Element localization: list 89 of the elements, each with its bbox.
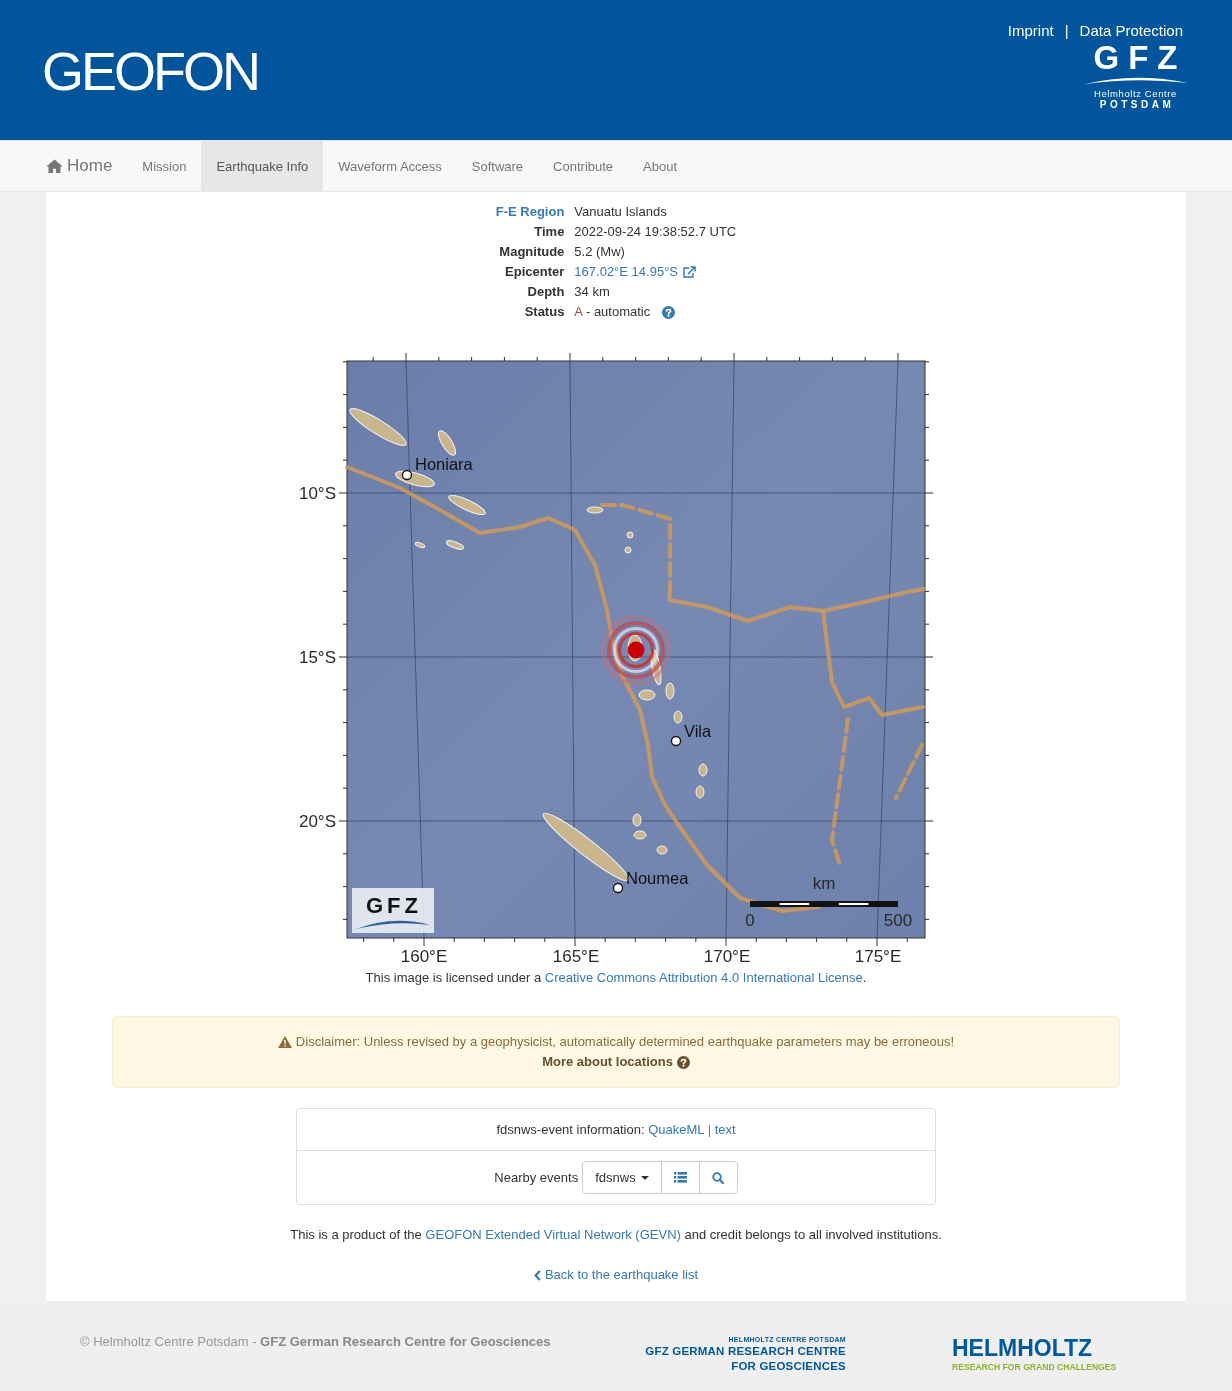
search-icon bbox=[712, 1171, 725, 1184]
format-link[interactable]: text bbox=[714, 1122, 736, 1137]
more-link[interactable]: More about locations bbox=[542, 1052, 673, 1072]
field-value: 5.2 (Mw) bbox=[574, 243, 625, 261]
logo-subtitle: POTSDAM bbox=[1098, 99, 1175, 111]
disclaimer-text: Disclaimer: Unless revised by a geophysicist, automatically determined earthquake parameters may be erroneous! bbox=[295, 1033, 955, 1051]
plate-boundary bbox=[894, 743, 924, 800]
network-link[interactable]: GEOFON Extended Virtual Network (GEVN) bbox=[425, 1227, 681, 1242]
latitude-label: 20°S bbox=[298, 812, 336, 831]
island bbox=[638, 689, 656, 701]
latitude-label: 10°S bbox=[298, 484, 336, 503]
longitude-label: 175°E bbox=[854, 947, 902, 966]
logo-subtitle: Helmholtz Centre bbox=[1094, 88, 1177, 99]
latitude-label: 15°S bbox=[298, 648, 336, 667]
city-marker-icon bbox=[670, 735, 682, 747]
epicenter-link[interactable]: 167.02°E 14.95°S bbox=[574, 262, 678, 282]
search-button[interactable] bbox=[698, 1161, 738, 1194]
caret-icon bbox=[640, 1175, 649, 1180]
island bbox=[446, 540, 464, 550]
longitude-label: 170°E bbox=[703, 947, 751, 966]
logo-tagline: RESEARCH FOR GRAND CHALLENGES bbox=[952, 1361, 1117, 1373]
license-text: This image is licensed under a Creative Commons Attribution 4.0 International License. bbox=[364, 970, 868, 986]
link-separator: | bbox=[1064, 22, 1069, 40]
island bbox=[448, 494, 486, 516]
island bbox=[349, 408, 407, 446]
header-link[interactable]: Imprint bbox=[1007, 22, 1054, 40]
field-label: Epicenter bbox=[505, 263, 565, 281]
logo-wordmark: HELMHOLTZ bbox=[952, 1337, 1093, 1359]
island bbox=[437, 430, 457, 456]
island bbox=[656, 845, 668, 855]
scale-label: km bbox=[812, 874, 836, 893]
scale-label: 500 bbox=[883, 911, 913, 930]
place-label: Honiara bbox=[415, 455, 473, 473]
logo-wordmark: GFZ GERMAN RESEARCH CENTRE bbox=[645, 1344, 846, 1359]
island bbox=[633, 830, 647, 840]
field-label: Depth bbox=[527, 283, 565, 301]
site-title[interactable]: GEOFON bbox=[42, 43, 258, 99]
island bbox=[695, 785, 705, 799]
nav-link[interactable]: Contribute bbox=[538, 141, 629, 191]
format-link[interactable]: QuakeML bbox=[648, 1122, 704, 1137]
field-label: Magnitude bbox=[499, 243, 565, 261]
city-marker-icon bbox=[401, 469, 413, 481]
field-value: Vanuatu Islands bbox=[574, 203, 667, 221]
warning-icon bbox=[277, 1036, 292, 1048]
info-label: fdsnws-event information: bbox=[496, 1122, 645, 1137]
field-label-link[interactable]: F-E Region bbox=[495, 202, 565, 222]
field-value: 34 km bbox=[574, 283, 610, 301]
scale-label: 0 bbox=[745, 911, 755, 930]
logo-wordmark: GFZ bbox=[1092, 44, 1187, 72]
nearby-label: Nearby events bbox=[494, 1170, 579, 1185]
island bbox=[698, 763, 708, 777]
field-value: 2022-09-24 19:38:52.7 UTC bbox=[574, 223, 737, 241]
place-label: Vila bbox=[684, 722, 712, 740]
longitude-label: 165°E bbox=[552, 947, 600, 966]
island bbox=[673, 710, 683, 724]
logo-wordmark: FOR GEOSCIENCES bbox=[731, 1359, 846, 1373]
epicenter-marker-icon bbox=[601, 615, 671, 685]
back-link[interactable]: Back to the earthquake list bbox=[533, 1266, 699, 1284]
nav-link[interactable]: About bbox=[628, 141, 693, 191]
city-marker-icon bbox=[612, 882, 624, 894]
help-icon[interactable] bbox=[662, 305, 676, 319]
island bbox=[650, 648, 662, 686]
logo-wordmark: GFZ bbox=[366, 893, 422, 918]
nav-link[interactable]: Mission bbox=[127, 141, 202, 191]
nav-link[interactable]: Home bbox=[31, 141, 128, 191]
chevron-left-icon bbox=[533, 1269, 541, 1281]
place-label: Noumea bbox=[626, 869, 689, 887]
header-link[interactable]: Data Protection bbox=[1079, 22, 1183, 40]
home-icon bbox=[46, 159, 63, 173]
field-label: Status bbox=[524, 303, 565, 321]
status-value: A - automatic bbox=[574, 303, 651, 321]
external-link-icon[interactable] bbox=[683, 266, 696, 278]
longitude-label: 160°E bbox=[400, 947, 448, 966]
license-link[interactable]: Creative Commons Attribution 4.0 International License bbox=[544, 970, 863, 985]
island bbox=[586, 506, 604, 514]
source-dropdown[interactable]: fdsnws bbox=[582, 1161, 662, 1194]
help-icon[interactable] bbox=[676, 1055, 690, 1069]
credit-text: This is a product of the GEOFON Extended Virtual Network (GEVN) and credit belongs to all involved institutions. bbox=[289, 1226, 943, 1244]
island bbox=[414, 541, 426, 549]
nav-link[interactable]: Earthquake Info bbox=[201, 141, 324, 191]
copyright-text: © Helmholtz Centre Potsdam - GFZ German Research Centre for Geosciences bbox=[80, 1333, 552, 1351]
island bbox=[665, 682, 675, 700]
list-icon bbox=[673, 1172, 687, 1183]
nav-link[interactable]: Software bbox=[456, 141, 539, 191]
list-button[interactable] bbox=[660, 1161, 700, 1194]
nav-link[interactable]: Waveform Access bbox=[323, 141, 457, 191]
island bbox=[632, 813, 642, 827]
field-label: Time bbox=[534, 223, 565, 241]
link-separator: | bbox=[707, 1122, 712, 1137]
